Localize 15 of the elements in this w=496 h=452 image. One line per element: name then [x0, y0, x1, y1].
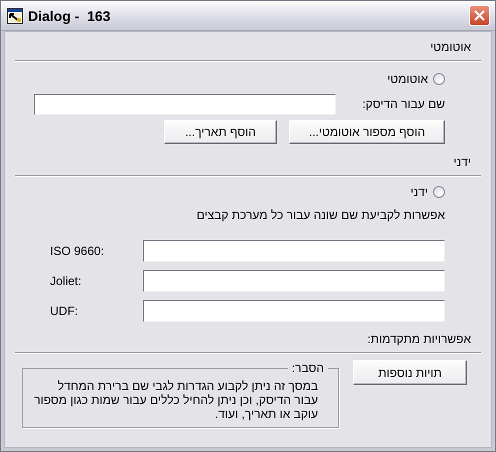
radio-label[interactable]: אוטומטי — [387, 72, 428, 86]
window-title: Dialog - 163 — [28, 8, 110, 24]
extra-labels-button[interactable]: תויות נוספות — [353, 360, 467, 385]
section-heading: ידני — [453, 154, 471, 170]
explanation-text: במסך זה ניתן לקבוע הגדרות לגבי שם ברירת המחדל עבור הדיסק, וכן ניתן להחיל כללים עבור שמות כגון מספור עוקב או תאריך, ועוד. — [33, 379, 318, 421]
field-label: שם עבור הדיסק: — [362, 97, 445, 111]
section-heading: אוטומטי — [430, 39, 471, 55]
field-label: Joliet: — [50, 274, 82, 288]
field-label: UDF: — [50, 304, 79, 318]
description-text: אפשרות לקביעת שם שונה עבור כל מערכת קבצים — [196, 208, 445, 222]
add-button[interactable]: הוסף מספור אוטומטי... — [289, 120, 445, 144]
add-button[interactable]: הוסף תאריך... — [164, 120, 277, 144]
radio-label[interactable]: ידני — [410, 185, 428, 199]
section-heading: אפשרויות מתקדמות: — [367, 331, 471, 347]
field-label: ISO 9660: — [50, 244, 106, 258]
